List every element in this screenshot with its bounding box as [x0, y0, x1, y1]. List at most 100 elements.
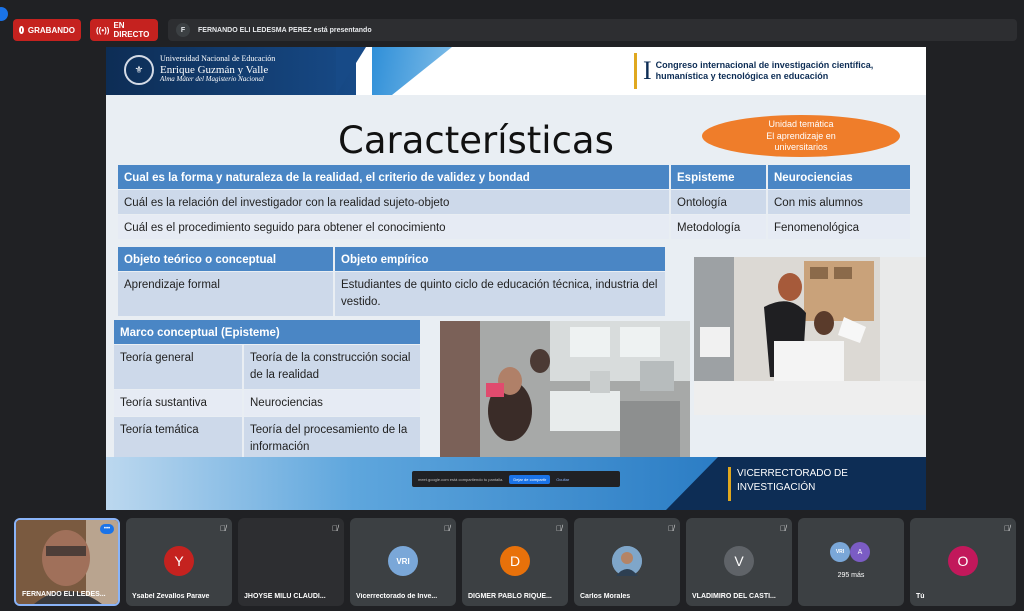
table1-header-col3: Neurociencias	[768, 165, 910, 189]
table3-row1-col1: Teoría general	[114, 345, 242, 389]
vicerrectorado-label: VICERRECTORADO DE INVESTIGACIÓN	[728, 467, 848, 501]
classroom-photo	[440, 321, 690, 457]
mic-off-icon: 🎙̸	[780, 524, 786, 533]
hide-share-notice-button[interactable]: Ocultar	[556, 477, 569, 482]
share-notice-text: meet.google.com está compartiendo tu pan…	[418, 476, 504, 482]
table3-row3-col1: Teoría temática	[114, 417, 242, 461]
slide-header: ⚜ Universidad Nacional de Educación Enri…	[106, 47, 926, 95]
vicer-line1: VICERRECTORADO DE	[737, 468, 848, 479]
participant-tile[interactable]: 🎙̸ Carlos Morales	[574, 518, 680, 606]
participant-photo-avatar	[612, 546, 642, 576]
participant-avatar: O	[948, 546, 978, 576]
participant-name: FERNANDO ELI LEDES...	[22, 591, 106, 598]
table1-row2-col3: Fenomenológica	[768, 215, 910, 239]
participant-name: Vicerrectorado de Inve...	[356, 593, 438, 600]
participant-avatar: D	[500, 546, 530, 576]
mic-off-icon: 🎙̸	[556, 524, 562, 533]
participant-tile[interactable]: 🎙̸ VRI Vicerrectorado de Inve...	[350, 518, 456, 606]
participant-avatar: V	[724, 546, 754, 576]
screen-share-notice: meet.google.com está compartiendo tu pan…	[412, 471, 620, 487]
mini-avatar-vri: VRI	[830, 542, 850, 562]
university-name: Universidad Nacional de Educación Enriqu…	[160, 54, 276, 84]
table2-header-col1: Objeto teórico o conceptual	[118, 247, 333, 271]
live-indicator[interactable]: ((•)) EN DIRECTO	[90, 19, 158, 41]
table2-row-col1: Aprendizaje formal	[118, 272, 333, 316]
presenting-banner: F FERNANDO ELI LEDESMA PEREZ está presen…	[168, 19, 1017, 41]
participant-tile[interactable]: 🎙̸ JHOYSE MILU CLAUDI...	[238, 518, 344, 606]
participant-tile[interactable]: 🎙̸ Y Ysabel Zevallos Parave	[126, 518, 232, 606]
congress-numeral: I	[643, 56, 652, 85]
table1-row2-col1: Cuál es el procedimiento seguido para ob…	[118, 215, 669, 239]
table1-header-col1: Cual es la forma y naturaleza de la real…	[118, 165, 669, 189]
unit-oval: Unidad temática El aprendizaje en univer…	[702, 115, 900, 157]
unit-line2: El aprendizaje en	[766, 130, 836, 141]
participant-name: DIGMER PABLO RIQUE...	[468, 593, 552, 600]
vicer-line2: INVESTIGACIÓN	[737, 482, 816, 493]
mic-off-icon: 🎙̸	[220, 524, 226, 533]
more-participants-count: 295 más	[837, 572, 865, 579]
shared-presentation-slide: ⚜ Universidad Nacional de Educación Enri…	[106, 47, 926, 510]
recording-indicator[interactable]: GRABANDO	[13, 19, 81, 41]
stop-sharing-button[interactable]: Dejar de compartir	[509, 474, 551, 484]
participant-tile[interactable]: 🎙̸ V VLADIMIRO DEL CASTI...	[686, 518, 792, 606]
live-label: EN DIRECTO	[113, 21, 150, 39]
table3-row1-col2: Teoría de la construcción social de la r…	[244, 345, 420, 389]
congress-line2: humanística y tecnológica en educación	[655, 71, 829, 81]
participant-strip: ••• FERNANDO ELI LEDES... 🎙̸ Y Ysabel Ze…	[14, 518, 1018, 606]
mic-off-icon: 🎙̸	[444, 524, 450, 533]
table1-row2-col2: Metodología	[671, 215, 766, 239]
congress-text: Congreso internacional de investigación …	[656, 60, 874, 83]
table3-row2-col1: Teoría sustantiva	[114, 390, 242, 416]
table3-row3-col2: Teoría del procesamiento de la informaci…	[244, 417, 420, 461]
table1-row1-col1: Cuál es la relación del investigador con…	[118, 190, 669, 214]
table3-row2-col2: Neurociencias	[244, 390, 420, 416]
meeting-top-bar: GRABANDO ((•)) EN DIRECTO F FERNANDO ELI…	[0, 0, 1024, 44]
university-motto: Alma Máter del Magisterio Nacional	[160, 74, 264, 83]
table2-row-col2: Estudiantes de quinto ciclo de educación…	[335, 272, 665, 316]
university-seal-icon: ⚜	[124, 55, 154, 85]
speaking-indicator-icon: •••	[100, 524, 114, 534]
vicer-text: VICERRECTORADO DE INVESTIGACIÓN	[737, 467, 848, 501]
participant-tile-self[interactable]: 🎙̸ O Tú	[910, 518, 1016, 606]
header-wedge	[336, 47, 366, 95]
table1-header-col2: Espisteme	[671, 165, 766, 189]
status-dot-icon	[0, 7, 8, 21]
slide-footer: VICERRECTORADO DE INVESTIGACIÓN meet.goo…	[106, 457, 926, 510]
university-line1: Universidad Nacional de Educación	[160, 54, 276, 63]
participant-name: Carlos Morales	[580, 593, 631, 600]
participant-avatar: Y	[164, 546, 194, 576]
congress-title: I Congreso internacional de investigació…	[634, 53, 924, 89]
header-light-wedge	[372, 47, 452, 95]
table2-header-col2: Objeto empírico	[335, 247, 665, 271]
participant-name: Ysabel Zevallos Parave	[132, 593, 210, 600]
teacher-student-photo-graphic	[694, 257, 926, 415]
participant-tile[interactable]: 🎙̸ D DIGMER PABLO RIQUE...	[462, 518, 568, 606]
participant-name: Tú	[916, 593, 925, 600]
participant-name: JHOYSE MILU CLAUDI...	[244, 593, 326, 600]
mic-off-icon: 🎙̸	[668, 524, 674, 533]
table1-row1-col2: Ontología	[671, 190, 766, 214]
presenting-text: FERNANDO ELI LEDESMA PEREZ está presenta…	[198, 26, 372, 34]
recording-label: GRABANDO	[27, 25, 75, 35]
mini-avatar-a: A	[850, 542, 870, 562]
participant-name: VLADIMIRO DEL CASTI...	[692, 593, 776, 600]
unit-line1: Unidad temática	[768, 119, 834, 129]
table3-header: Marco conceptual (Episteme)	[114, 320, 420, 344]
mic-off-icon: 🎙̸	[332, 524, 338, 533]
broadcast-icon: ((•))	[96, 25, 110, 35]
photo-avatar-graphic	[612, 546, 642, 576]
gold-bar-footer	[728, 467, 731, 501]
record-icon	[19, 26, 24, 34]
teacher-student-photo	[694, 257, 926, 415]
classroom-photo-graphic	[440, 321, 690, 457]
participant-avatar: VRI	[388, 546, 418, 576]
table1-row1-col3: Con mis alumnos	[768, 190, 910, 214]
presenter-avatar: F	[176, 23, 190, 37]
gold-bar	[634, 53, 637, 89]
mic-off-icon: 🎙̸	[1004, 524, 1010, 533]
congress-line1: Congreso internacional de investigación …	[655, 59, 874, 70]
slide-title: Características	[338, 119, 614, 162]
participant-tile-presenter[interactable]: ••• FERNANDO ELI LEDES...	[14, 518, 120, 606]
unit-line3: universitarios	[774, 142, 828, 153]
more-participants-tile[interactable]: VRI A 295 más	[798, 518, 904, 606]
